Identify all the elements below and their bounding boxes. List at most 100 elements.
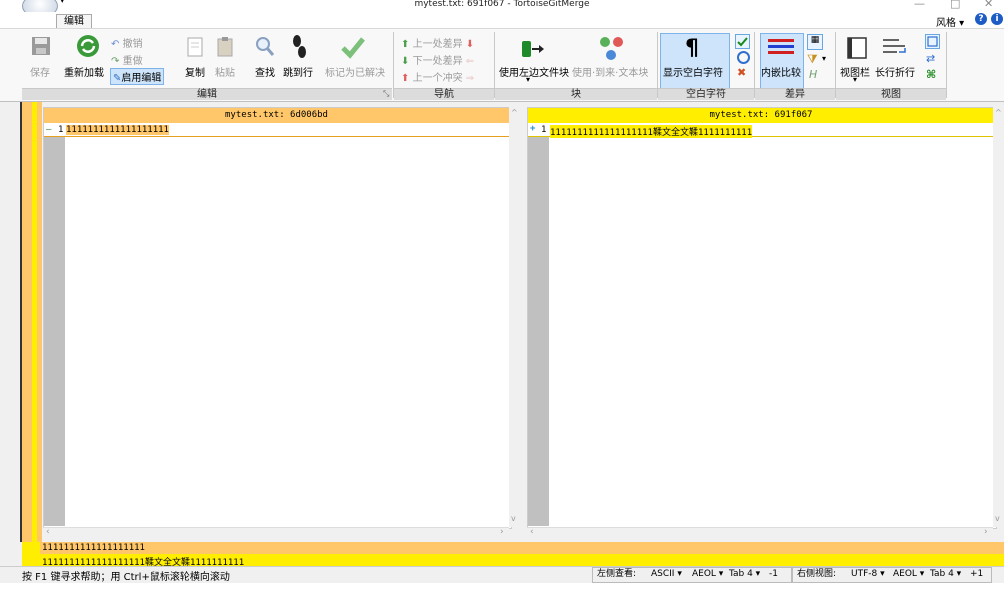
scroll-up-icon[interactable]: ^	[995, 108, 1002, 117]
group-label-navigate: 导航	[394, 88, 494, 100]
show-whitespace-label: 显示空白字符	[663, 68, 723, 79]
group-label-whitespace: 空白字符	[658, 88, 754, 100]
dropdown-arrow-icon[interactable]: ▾	[526, 75, 530, 84]
left-view-status-box	[592, 567, 792, 583]
view-layout-toggle[interactable]	[925, 34, 940, 49]
left-line-number: 1	[58, 125, 64, 135]
view-bar-dropdown-icon[interactable]: ▾	[853, 75, 857, 84]
right-horizontal-scrollbar[interactable]	[527, 527, 993, 540]
save-label: 保存	[30, 68, 50, 79]
copy-button[interactable]	[186, 36, 204, 61]
footprints-icon	[293, 35, 306, 58]
group-expand-icon[interactable]: ⤡	[383, 89, 389, 99]
check-icon	[737, 37, 748, 47]
whitespace-circle-icon[interactable]	[737, 51, 750, 64]
use-left-block-button[interactable]: 使用左边文件块	[499, 64, 569, 79]
group-label-block: 块	[495, 88, 657, 100]
redo-label: 重做	[122, 56, 143, 67]
scroll-down-icon[interactable]: v	[511, 514, 516, 523]
long-line-wrap-button[interactable]: 长行折行	[875, 64, 915, 79]
checkmark-icon	[341, 37, 365, 59]
prev-conflict-button[interactable]: ⬆ 上一个冲突 ⇒	[401, 69, 474, 84]
location-bar-marker	[32, 102, 37, 542]
left-line-marker: —	[46, 125, 52, 135]
use-block-icon	[522, 41, 544, 57]
right-view-status-box	[792, 567, 992, 583]
whitespace-check-toggle[interactable]	[735, 34, 750, 49]
window-icon	[927, 36, 938, 47]
save-button[interactable]	[30, 35, 52, 60]
filter-dropdown-icon[interactable]: ▾	[822, 54, 826, 63]
swap-icon[interactable]: ⇄	[926, 52, 935, 65]
next-diff-button[interactable]: ⬇ 下一处差异 ⇐	[401, 52, 474, 67]
find-label: 查找	[255, 68, 275, 79]
use-from-to-button[interactable]: 使用·到来·文本块	[572, 64, 648, 79]
redo-button[interactable]: ↷ 重做	[111, 52, 143, 67]
hunk-icon[interactable]: H	[809, 68, 817, 81]
left-pane-header: mytest.txt: 6d006bd	[44, 108, 509, 123]
next-diff-label: 下一处差异	[412, 56, 463, 67]
undo-label: 撤销	[122, 39, 143, 50]
inline-diff-icon	[767, 37, 795, 62]
left-horizontal-scrollbar[interactable]	[43, 527, 509, 540]
arrow-up-icon: ⬆	[401, 39, 410, 50]
arrow-down-icon: ⬇	[401, 56, 410, 67]
window-title: mytest.txt: 691f067 - TortoiseGitMerge	[414, 0, 590, 9]
close-button[interactable]: ✕	[984, 0, 993, 10]
ribbon-tab-row	[0, 12, 1004, 28]
whitespace-x-icon[interactable]: ✖	[737, 66, 746, 79]
reload-button[interactable]	[75, 33, 101, 62]
tab-edit[interactable]: 编辑	[56, 14, 92, 29]
diff-options-toggle[interactable]: ▦	[807, 34, 823, 50]
scroll-down-icon[interactable]: v	[995, 514, 1000, 523]
reload-icon	[77, 35, 99, 57]
maximize-button[interactable]: □	[950, 0, 960, 10]
right-vertical-scrollbar[interactable]	[993, 107, 1004, 527]
filter-icon[interactable]: ⧩	[807, 52, 818, 67]
goto-line-button[interactable]	[289, 33, 309, 64]
left-pane[interactable]	[43, 107, 512, 529]
collapse-icon[interactable]: ⌘	[926, 68, 936, 81]
copy-icon	[187, 37, 203, 57]
view-bar-icon-wrap[interactable]	[846, 36, 868, 63]
use-left-block-icon-wrap[interactable]	[520, 38, 546, 63]
arrow-left-icon: ⇐	[465, 56, 475, 67]
right-line-number: 1	[541, 125, 547, 135]
right-pane-header: mytest.txt: 691f067	[528, 108, 994, 123]
scroll-left-icon[interactable]: ‹	[530, 527, 534, 537]
group-label-diff: 差异	[755, 88, 835, 100]
style-menu[interactable]: 风格 ▾	[936, 14, 964, 29]
help-icon[interactable]: ?	[975, 13, 987, 25]
find-button[interactable]	[254, 35, 276, 62]
prev-diff-button[interactable]: ⬆ 上一处差异 ⬇	[401, 35, 474, 50]
sidebar-icon	[847, 37, 867, 59]
scroll-left-icon[interactable]: ‹	[46, 527, 50, 537]
scroll-up-icon[interactable]: ^	[511, 108, 518, 117]
minimize-button[interactable]: —	[914, 0, 925, 10]
wrap-lines-icon	[883, 39, 906, 53]
wrap-icon-wrap[interactable]	[881, 36, 907, 61]
group-label-edit: 编辑	[22, 88, 392, 100]
status-help-text: 按 F1 键寻求帮助；用 Ctrl+鼠标滚轮横向滚动	[22, 572, 230, 583]
reload-label: 重新加载	[64, 68, 104, 79]
group-label-view: 视图	[836, 88, 946, 100]
enable-edit-button[interactable]: ✎启用编辑	[110, 68, 165, 85]
scroll-right-icon[interactable]: ›	[984, 527, 988, 537]
right-line-text: 1111111111111111111鞣文全文鞣1111111111	[550, 125, 753, 138]
diff-grid-icon: ▦	[810, 35, 820, 45]
right-line-marker: +	[530, 124, 536, 134]
save-icon	[32, 37, 50, 55]
use-from-to-icon-wrap[interactable]	[598, 35, 626, 64]
right-line-number-column	[528, 124, 549, 526]
paste-button[interactable]	[216, 36, 234, 61]
right-pane[interactable]	[527, 107, 997, 529]
info-icon[interactable]: i	[991, 13, 1003, 25]
redo-icon: ↷	[111, 56, 120, 67]
scroll-right-icon[interactable]: ›	[500, 527, 504, 537]
separator	[946, 32, 947, 98]
inline-diff-label: 内嵌比较	[761, 68, 801, 79]
left-vertical-scrollbar[interactable]	[509, 107, 521, 527]
enable-edit-label: 启用编辑	[121, 73, 162, 84]
undo-button[interactable]: ↶ 撤销	[111, 35, 143, 50]
mark-resolved-button[interactable]	[340, 34, 366, 63]
